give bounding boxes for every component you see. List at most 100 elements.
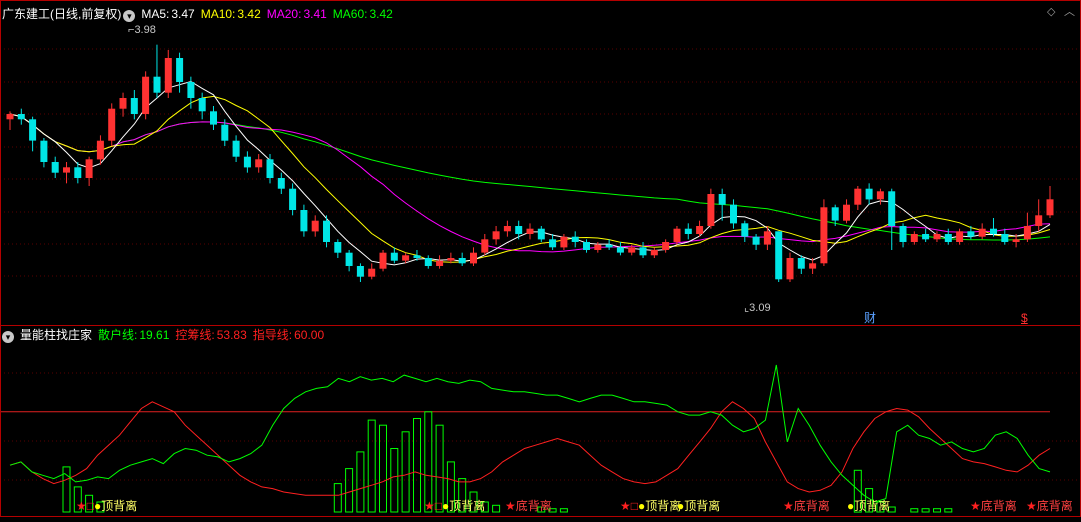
volume-bar [921, 508, 930, 513]
ma5-label: MA5: [141, 7, 170, 21]
candle-body [164, 58, 172, 93]
high-marker: ⌐3.98 [128, 24, 156, 36]
sanhu-label: 散户线: [98, 328, 138, 342]
candle-body [956, 231, 964, 242]
ma5-value: 3.47 [171, 7, 195, 21]
indicator-collapse-icon[interactable]: ▾ [2, 331, 14, 343]
ma20-label: MA20: [266, 7, 302, 21]
candle-body [978, 228, 986, 237]
volume-bar [401, 431, 410, 513]
diamond-icon[interactable]: ◇ [1047, 6, 1055, 18]
indicator-legend: ▾ 量能柱找庄家 散户线: 19.61 控筹线: 53.83 指导线: 60.00 [2, 327, 330, 343]
candle-body [876, 191, 884, 200]
chevron-up-icon[interactable]: ︿ [1064, 6, 1075, 18]
candle-body [594, 244, 602, 250]
candle-body [639, 247, 647, 256]
candle-body [390, 252, 398, 261]
signal-label: 顶背离 [101, 499, 138, 513]
candle-body [17, 114, 25, 120]
volume-bar [333, 483, 342, 513]
candle-body [119, 98, 127, 109]
candle-body [616, 247, 624, 253]
candle-body [1012, 239, 1020, 242]
candle-body [707, 194, 715, 226]
signal-label: 顶背离 [645, 499, 682, 513]
sanhu-line [9, 364, 1051, 503]
ma60-label: MA60: [332, 7, 368, 21]
candle-body [413, 255, 421, 258]
collapse-icon[interactable]: ▾ [123, 10, 136, 22]
candle-body [537, 228, 545, 240]
low-marker: ⌞3.09 [744, 302, 771, 314]
candle-body [888, 191, 896, 226]
candle-body [809, 263, 817, 269]
candle-body [549, 239, 557, 248]
main-title: 广东建工(日线,前复权) [2, 7, 122, 21]
candle-body [775, 231, 783, 280]
candle-body [311, 220, 319, 232]
signal-label: 底背离 [793, 499, 830, 513]
candle-body [922, 234, 930, 240]
candle-body [51, 162, 59, 173]
candle-body [967, 231, 975, 237]
main-legend: 广东建工(日线,前复权) ▾ MA5: 3.47 MA10: 3.42 MA20: 3.41 M… [2, 6, 399, 22]
candle-body [323, 220, 330, 242]
candle-body [933, 234, 941, 240]
candle-body [944, 234, 952, 242]
candle-body [198, 98, 206, 112]
indicator-title: 量能柱找庄家 [20, 328, 93, 342]
candle-body [345, 252, 353, 266]
chart-svg [0, 44, 1081, 513]
candle-body [526, 228, 534, 234]
event-s-marker[interactable]: $ [1021, 312, 1028, 324]
candle-body [571, 236, 579, 242]
candle-body [684, 228, 692, 234]
candle-body [990, 228, 997, 234]
volume-bar [559, 508, 568, 513]
low-marker-value: 3.09 [749, 302, 771, 314]
candle-body [752, 236, 760, 245]
signal-bottom-3: ★底背离 [970, 499, 1017, 513]
candle-body [29, 119, 37, 141]
signal-top-1: ★□●顶背离 [76, 499, 138, 513]
volume-bar [910, 508, 919, 513]
candle-body [560, 236, 568, 248]
volume-bar [379, 424, 387, 513]
signal-top-2: ★□●顶背离 [424, 499, 486, 513]
candle-body [368, 268, 376, 277]
candle-body [176, 58, 184, 82]
candle-body [786, 258, 794, 280]
volume-bar [944, 508, 953, 513]
ma60-value: 3.42 [369, 7, 393, 21]
candle-body [300, 210, 308, 232]
candle-body [130, 98, 138, 114]
candle-body [831, 207, 839, 221]
candle-body [221, 124, 229, 141]
candle-body [334, 242, 342, 253]
signal-label: 顶背离 [449, 499, 486, 513]
candle-body [255, 159, 263, 168]
candle-body [843, 204, 850, 221]
candle-body [458, 258, 466, 264]
zhidao-label: 指导线: [252, 328, 293, 342]
candle-body [187, 82, 195, 98]
candle-body [153, 76, 161, 93]
candle-body [108, 108, 116, 141]
candle-body [436, 260, 444, 266]
signal-label: 顶背离 [684, 499, 721, 513]
ma10-label: MA10: [200, 7, 236, 21]
signal-label: 顶背离 [854, 499, 891, 513]
volume-bar [933, 508, 941, 513]
candle-body [85, 159, 93, 178]
candle-body [718, 194, 726, 205]
event-cai-marker[interactable]: 财 [864, 312, 876, 324]
candle-body [424, 258, 432, 266]
candle-body [1023, 226, 1031, 240]
signal-top-4: ●顶背离 [677, 499, 721, 513]
sanhu-value: 19.61 [139, 328, 170, 342]
candle-body [232, 140, 240, 157]
volume-bar [413, 418, 421, 513]
candle-body [763, 231, 771, 245]
signal-top-5: ●顶背离 [847, 499, 891, 513]
candle-body [797, 258, 805, 269]
